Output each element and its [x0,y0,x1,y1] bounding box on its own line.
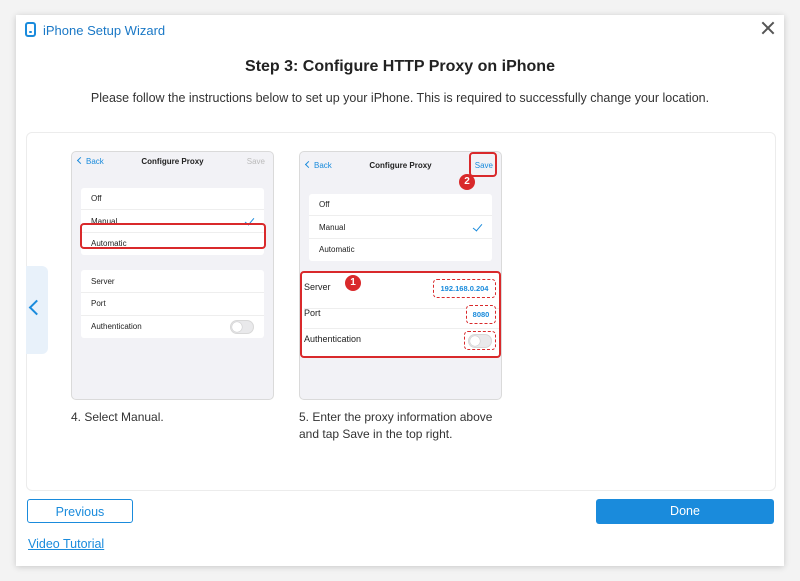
authentication-row: Authentication [81,315,264,338]
authentication-toggle-highlight [464,331,496,350]
previous-button[interactable]: Previous [27,499,133,523]
port-value: 8080 [466,305,496,324]
phone-icon [25,22,36,37]
server-row: Server [91,277,115,286]
port-label: Port [304,308,321,318]
video-tutorial-link[interactable]: Video Tutorial [28,537,104,551]
step-badge-1: 1 [345,275,361,291]
chevron-left-icon [28,299,45,316]
setup-wizard-window: iPhone Setup Wizard Step 3: Configure HT… [16,15,784,566]
proxy-fields-highlight: Server 192.168.0.204 Port 8080 Authentic… [300,271,501,358]
proxy-mode-group: Off Manual Automatic [309,194,492,261]
phone-screenshot-select-manual: Back Configure Proxy Save Off Manual Aut… [71,151,274,400]
step-4-caption: 4. Select Manual. [71,410,164,424]
authentication-label: Authentication [304,334,362,344]
phone-save-link: Save [246,157,265,166]
done-button[interactable]: Done [596,499,774,524]
mode-option-off: Off [91,194,102,203]
manual-highlight [80,223,266,249]
save-highlight [469,152,497,177]
mode-option-manual: Manual [309,215,492,238]
server-label: Server [304,282,331,292]
previous-slide-button[interactable] [26,266,48,354]
close-icon[interactable] [760,20,776,36]
step-title: Step 3: Configure HTTP Proxy on iPhone [245,58,555,75]
phone-screenshot-enter-proxy: Back Configure Proxy Save 2 Off Manual A… [299,151,502,400]
authentication-toggle [230,320,254,334]
step-5-caption: 5. Enter the proxy information above and… [299,410,493,441]
instructions-text: Please follow the instructions below to … [90,91,710,105]
window-title: iPhone Setup Wizard [43,23,166,38]
checkmark-icon [472,221,483,232]
port-row: Port [81,292,264,315]
phone-screen-title: Configure Proxy [141,157,204,166]
title-bar: iPhone Setup Wizard [16,15,784,47]
mode-option-automatic: Automatic [309,238,492,261]
phone-nav-bar: Back Configure Proxy Save [72,152,273,178]
server-value: 192.168.0.204 [433,279,496,298]
proxy-fields-group: Server Port Authentication [81,270,264,338]
mode-option-off: Off [319,200,330,209]
step-badge-2: 2 [459,174,475,190]
authentication-toggle [468,334,492,348]
